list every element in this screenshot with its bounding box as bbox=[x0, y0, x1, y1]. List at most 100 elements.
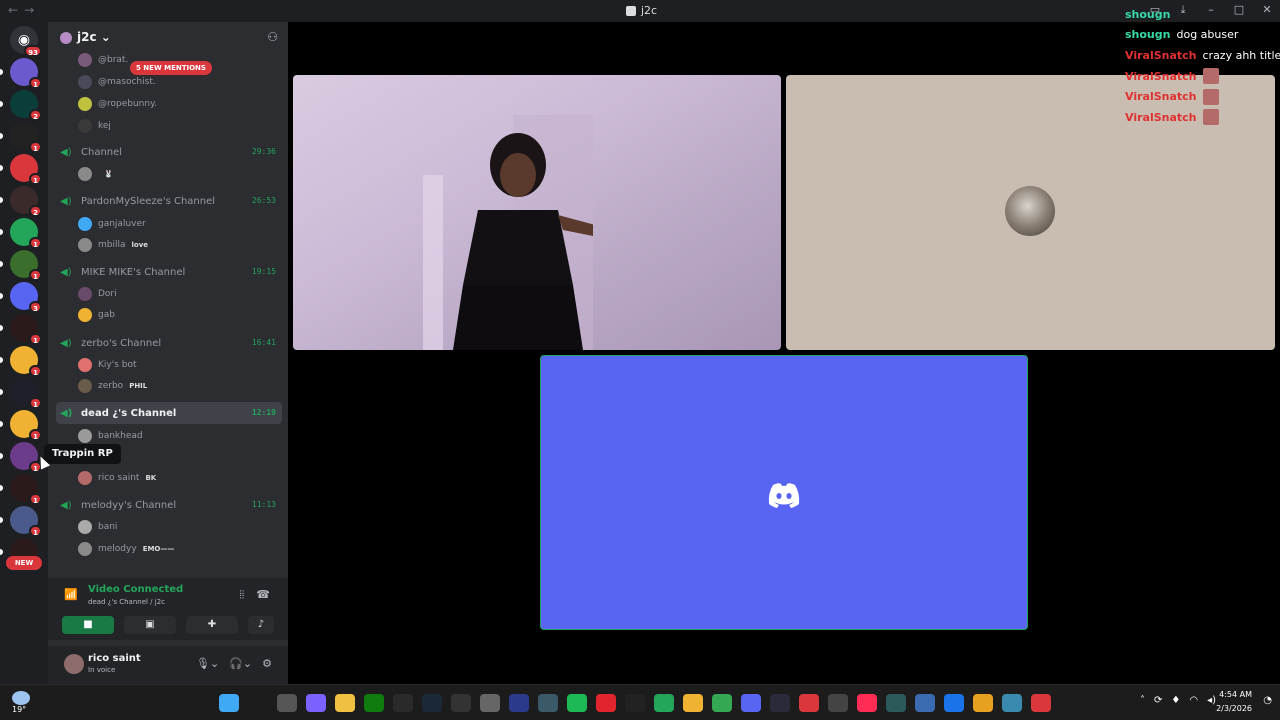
voice-user[interactable]: gab bbox=[78, 305, 278, 325]
wifi-icon[interactable]: ◠ bbox=[1189, 695, 1198, 706]
speaker-icon: ◀) bbox=[60, 195, 72, 207]
app-l-icon[interactable] bbox=[1002, 694, 1022, 712]
server-dark-a[interactable]: 2 bbox=[10, 186, 42, 217]
capcut-icon[interactable] bbox=[625, 694, 645, 712]
app-g-icon[interactable] bbox=[828, 694, 848, 712]
volume-icon[interactable]: ◂) bbox=[1207, 695, 1216, 706]
server-trappin[interactable]: 1 bbox=[10, 442, 42, 473]
avatar[interactable] bbox=[64, 654, 84, 674]
voice-user[interactable]: bankhead bbox=[78, 426, 278, 446]
settings-icon[interactable] bbox=[480, 694, 500, 712]
discord-green-icon[interactable] bbox=[654, 694, 674, 712]
voice-channel[interactable]: ◀) melodyy's Channel 11:13 bbox=[56, 494, 282, 516]
server-yellow-b[interactable]: 1 bbox=[10, 410, 42, 441]
chrome-icon[interactable] bbox=[712, 694, 732, 712]
voice-user[interactable]: @brat. bbox=[78, 50, 278, 70]
server-yellow-a[interactable]: 1 bbox=[10, 346, 42, 377]
opera-icon[interactable] bbox=[596, 694, 616, 712]
voice-user[interactable]: mbilla love bbox=[78, 235, 278, 255]
server-hood[interactable]: 1 bbox=[10, 122, 42, 153]
xbox-icon[interactable] bbox=[364, 694, 384, 712]
epic-icon[interactable] bbox=[393, 694, 413, 712]
start-icon[interactable] bbox=[219, 694, 239, 712]
server-graffiti[interactable]: 1 bbox=[10, 506, 42, 537]
voice-user[interactable]: @ropebunny. bbox=[78, 94, 278, 114]
server-badge: 1 bbox=[29, 173, 42, 185]
weather-widget[interactable]: 19° bbox=[12, 689, 30, 714]
voice-channel[interactable]: ◀) MIKE MIKE's Channel 19:15 bbox=[56, 261, 282, 283]
forward-icon[interactable]: → bbox=[24, 3, 40, 17]
app-j-icon[interactable] bbox=[944, 694, 964, 712]
server-dark-c[interactable]: 1 bbox=[10, 474, 42, 505]
noise-suppression-icon[interactable]: ⦙⦙ bbox=[239, 588, 244, 602]
signal-icon[interactable]: 📶 bbox=[64, 588, 78, 601]
gear-icon[interactable]: ⚙ bbox=[262, 657, 272, 670]
add-friend-icon[interactable]: ⚇ bbox=[267, 30, 278, 44]
voice-user[interactable]: Dori bbox=[78, 284, 278, 304]
voice-user[interactable]: bani bbox=[78, 517, 278, 537]
app-b-icon[interactable] bbox=[509, 694, 529, 712]
app-f-icon[interactable] bbox=[770, 694, 790, 712]
server-hood-b[interactable]: 1 bbox=[10, 378, 42, 409]
speaker-icon: ◀) bbox=[60, 266, 72, 278]
steam-icon[interactable] bbox=[422, 694, 442, 712]
app-h-icon[interactable] bbox=[886, 694, 906, 712]
voice-user[interactable]: 🐰 bbox=[78, 164, 278, 184]
video-tile-camera[interactable] bbox=[293, 75, 781, 350]
app-i-icon[interactable] bbox=[915, 694, 935, 712]
voice-channel[interactable]: ◀) Channel 29:36 bbox=[56, 141, 282, 163]
voice-user[interactable]: rico saint BK bbox=[78, 468, 278, 488]
app-c-icon[interactable] bbox=[538, 694, 558, 712]
voice-channel[interactable]: ◀) PardonMySleeze's Channel 26:53 bbox=[56, 190, 282, 212]
guild-name[interactable]: j2c ⌄ bbox=[77, 30, 111, 44]
copilot-icon[interactable] bbox=[306, 694, 326, 712]
screen-share-button[interactable]: ▣ bbox=[124, 616, 176, 634]
activities-button[interactable]: ✚ bbox=[186, 616, 238, 634]
app-e-icon[interactable] bbox=[741, 694, 761, 712]
app-m-icon[interactable] bbox=[1031, 694, 1051, 712]
server-red-discord[interactable]: 1 bbox=[10, 154, 42, 185]
roblox-icon[interactable] bbox=[799, 694, 819, 712]
video-tile-discord[interactable] bbox=[540, 355, 1028, 630]
voice-user[interactable]: kej bbox=[78, 116, 278, 136]
voice-user[interactable]: ganjaluver bbox=[78, 214, 278, 234]
server-green-discord[interactable]: 1 bbox=[10, 218, 42, 249]
server-1[interactable]: 1 bbox=[10, 58, 42, 89]
headphones-icon[interactable]: 🎧⌄ bbox=[229, 657, 252, 670]
spotify-icon[interactable] bbox=[567, 694, 587, 712]
app-k-icon[interactable] bbox=[973, 694, 993, 712]
soundboard-button[interactable]: ♪ bbox=[248, 616, 274, 634]
microphone-icon[interactable]: 🎙⌄ bbox=[196, 657, 219, 670]
user-name[interactable]: rico saint bbox=[88, 653, 141, 664]
voice-status[interactable]: Video Connected bbox=[88, 584, 183, 595]
voice-user[interactable]: zerbo PHIL bbox=[78, 376, 278, 396]
sync-icon[interactable]: ⟳ bbox=[1154, 695, 1162, 706]
voice-channel[interactable]: ◀) dead ¿'s Channel 12:19 bbox=[56, 402, 282, 424]
chevron-up-icon[interactable]: ˄ bbox=[1140, 695, 1145, 706]
voice-location[interactable]: dead ¿'s Channel / j2c bbox=[88, 598, 165, 606]
voice-user[interactable]: Kiy's bot bbox=[78, 355, 278, 375]
task-view-icon[interactable] bbox=[277, 694, 297, 712]
unread-pill bbox=[0, 389, 3, 395]
file-explorer-icon[interactable] bbox=[335, 694, 355, 712]
app-d-icon[interactable] bbox=[683, 694, 703, 712]
clock[interactable]: 4:54 AM 2/3/2026 bbox=[1216, 688, 1252, 716]
notification-icon[interactable]: ◔ bbox=[1263, 695, 1272, 706]
server-dark-b[interactable]: 1 bbox=[10, 314, 42, 345]
voice-channel[interactable]: ◀) zerbo's Channel 16:41 bbox=[56, 332, 282, 354]
new-badge[interactable]: NEW bbox=[6, 556, 42, 570]
avatar bbox=[78, 119, 92, 133]
voice-user[interactable]: melodyy EMO—— bbox=[78, 539, 278, 559]
camera-button[interactable]: ■ bbox=[62, 616, 114, 634]
server-blue-discord[interactable]: 3 bbox=[10, 282, 42, 313]
disconnect-icon[interactable]: ☎ bbox=[256, 588, 270, 602]
back-icon[interactable]: ← bbox=[8, 3, 24, 17]
tiktok-icon[interactable] bbox=[857, 694, 877, 712]
search-icon[interactable] bbox=[248, 694, 268, 712]
microphone-tray-icon[interactable]: ♦ bbox=[1171, 695, 1180, 706]
server-turtle[interactable]: 1 bbox=[10, 250, 42, 281]
voice-user[interactable]: @masochist. bbox=[78, 72, 278, 92]
app-a-icon[interactable] bbox=[451, 694, 471, 712]
server-add[interactable]: 2 bbox=[10, 90, 42, 121]
home-button[interactable]: ◉ 93 bbox=[10, 26, 42, 57]
